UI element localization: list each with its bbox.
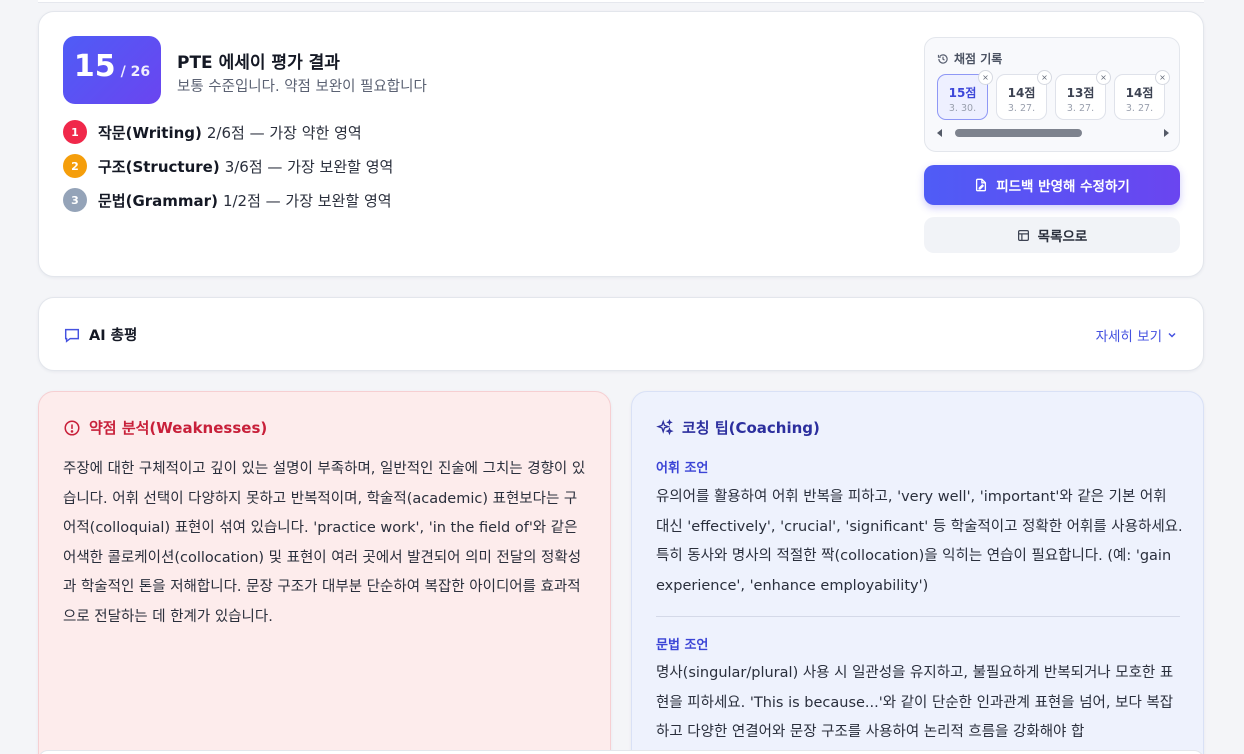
history-icon	[937, 53, 948, 64]
remove-icon[interactable]: ×	[1037, 70, 1052, 85]
message-icon	[64, 328, 80, 343]
area-detail: 3/6점 — 가장 보완할 영역	[224, 157, 394, 176]
weaknesses-text: 주장에 대한 구체적이고 깊이 있는 설명이 부족하며, 일반적인 진술에 그치…	[63, 461, 586, 625]
grammar-advice-text: 명사(singular/plural) 사용 시 일관성을 유지하고, 불필요하…	[656, 665, 1174, 740]
rank-badge: 1	[63, 120, 87, 144]
remove-icon[interactable]: ×	[1096, 70, 1111, 85]
ai-summary-card[interactable]: AI 총평 자세히 보기	[38, 297, 1204, 371]
next-section-card	[38, 750, 1204, 754]
history-label: 채점 기록	[937, 50, 1002, 67]
chevron-down-icon	[1168, 332, 1176, 338]
score-badge: 15 / 26	[63, 36, 161, 104]
weaknesses-card: 약점 분석(Weaknesses) 주장에 대한 구체적이고 깊이 있는 설명이…	[38, 391, 611, 754]
history-chip[interactable]: 13점 3. 27. ×	[1055, 70, 1111, 120]
summary-title: AI 총평	[63, 324, 137, 345]
revise-button[interactable]: 피드백 반영해 수정하기	[924, 165, 1180, 205]
vocab-advice-text: 유의어를 활용하여 어휘 반복을 피하고, 'very well', 'impo…	[656, 489, 1183, 594]
history-chip[interactable]: 14점 3. 27. ×	[996, 70, 1052, 120]
weak-area-item: 1 작문(Writing) 2/6점 — 가장 약한 영역	[63, 119, 362, 145]
scroll-thumb[interactable]	[955, 129, 1082, 137]
score-value: 15	[73, 49, 116, 84]
area-name: 문법(Grammar)	[98, 191, 218, 210]
area-detail: 2/6점 — 가장 약한 영역	[206, 123, 362, 142]
rank-badge: 3	[63, 188, 87, 212]
weaknesses-title: 약점 분석(Weaknesses)	[63, 417, 267, 438]
scroll-left-icon[interactable]	[937, 129, 942, 137]
back-to-list-button[interactable]: 목록으로	[924, 217, 1180, 253]
page-right-gutter	[1226, 0, 1244, 754]
result-title: PTE 에세이 평가 결과	[177, 53, 340, 73]
edit-document-icon	[976, 178, 987, 192]
history-chip[interactable]: 14점 3. 27. ×	[1114, 70, 1170, 120]
history-chip[interactable]: 15점 3. 30. ×	[937, 70, 993, 120]
top-edge-strip	[38, 0, 1204, 3]
scroll-right-icon[interactable]	[1164, 129, 1169, 137]
result-card: 15 / 26 PTE 에세이 평가 결과 보통 수준입니다. 약점 보완이 필…	[38, 11, 1204, 277]
sparkles-icon	[656, 418, 674, 435]
coaching-card: 코칭 팁(Coaching) 어휘 조언 유의어를 활용하여 어휘 반복을 피하…	[631, 391, 1204, 754]
area-name: 작문(Writing)	[98, 123, 202, 142]
history-scrollbar[interactable]	[937, 127, 1169, 139]
layout-icon	[1017, 229, 1029, 241]
remove-icon[interactable]: ×	[978, 70, 993, 85]
area-name: 구조(Structure)	[98, 157, 220, 176]
result-subtitle: 보통 수준입니다. 약점 보완이 필요합니다	[177, 79, 427, 95]
vocab-advice-title: 어휘 조언	[656, 461, 709, 476]
area-detail: 1/2점 — 가장 보완할 영역	[222, 191, 392, 210]
score-total: / 26	[120, 64, 151, 80]
remove-icon[interactable]: ×	[1155, 70, 1170, 85]
grammar-advice-title: 문법 조언	[656, 638, 709, 653]
weak-area-item: 2 구조(Structure) 3/6점 — 가장 보완할 영역	[63, 153, 393, 179]
alert-circle-icon	[64, 419, 80, 436]
history-panel: 채점 기록 15점 3. 30. × 14점 3. 27. × 13점 3. 2…	[924, 37, 1180, 152]
view-details-link[interactable]: 자세히 보기	[1096, 325, 1177, 345]
section-divider	[656, 616, 1180, 617]
rank-badge: 2	[63, 154, 87, 178]
weak-area-item: 3 문법(Grammar) 1/2점 — 가장 보완할 영역	[63, 187, 392, 213]
coaching-title: 코칭 팁(Coaching)	[656, 417, 820, 438]
